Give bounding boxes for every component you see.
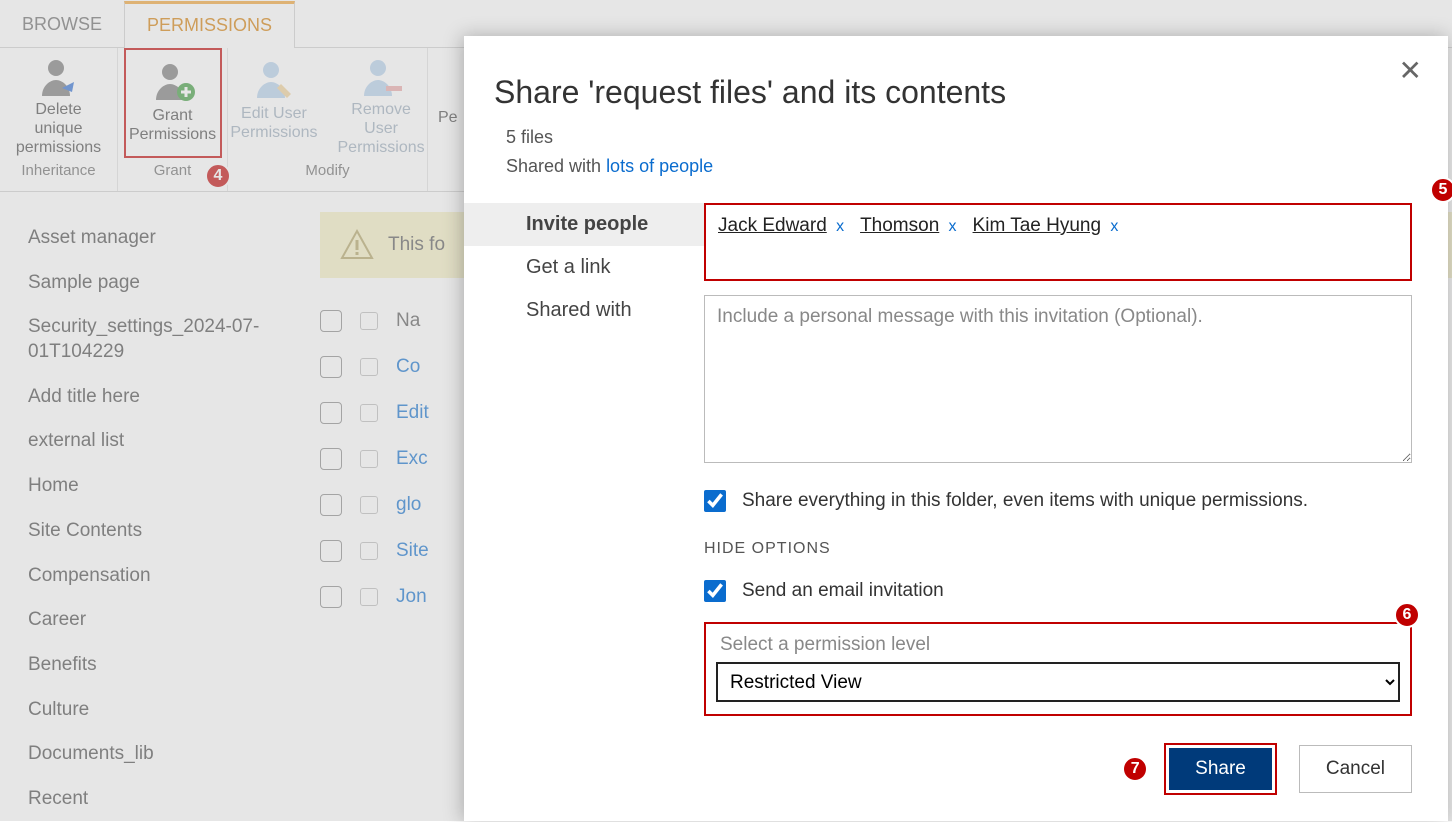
shared-with-link[interactable]: lots of people xyxy=(606,156,713,176)
hide-options-toggle[interactable]: HIDE OPTIONS xyxy=(704,540,1412,558)
chip-remove-icon[interactable]: x xyxy=(836,218,844,235)
share-everything-label: Share everything in this folder, even it… xyxy=(742,490,1308,512)
send-email-label: Send an email invitation xyxy=(742,580,944,602)
permission-level-label: Select a permission level xyxy=(716,632,1400,662)
chip-name[interactable]: Kim Tae Hyung xyxy=(973,215,1102,236)
permission-level-select[interactable]: Restricted View xyxy=(716,662,1400,702)
dialog-title: Share 'request files' and its contents xyxy=(464,36,1448,123)
close-icon[interactable]: ✕ xyxy=(1399,54,1422,87)
shared-with-prefix: Shared with xyxy=(506,156,606,176)
tab-get-a-link[interactable]: Get a link xyxy=(464,246,704,289)
people-picker[interactable]: Jack Edward x Thomson x Kim Tae Hyung x xyxy=(704,203,1412,281)
chip-remove-icon[interactable]: x xyxy=(1110,218,1118,235)
callout-badge-5: 5 xyxy=(1430,177,1452,203)
permission-level-block: Select a permission level Restricted Vie… xyxy=(704,622,1412,716)
people-chip: Kim Tae Hyung x xyxy=(973,215,1119,237)
cancel-button[interactable]: Cancel xyxy=(1299,745,1412,793)
dialog-pane: 5 Jack Edward x Thomson x Kim Tae Hyung … xyxy=(704,199,1448,716)
dialog-tabs: Invite people Get a link Shared with xyxy=(464,199,704,716)
chip-remove-icon[interactable]: x xyxy=(949,218,957,235)
chip-name[interactable]: Jack Edward xyxy=(718,215,827,236)
message-input[interactable] xyxy=(704,295,1412,463)
dialog-file-count: 5 files xyxy=(464,123,1448,152)
send-email-checkbox[interactable] xyxy=(704,580,726,602)
tab-invite-people[interactable]: Invite people xyxy=(464,203,704,246)
callout-badge-7: 7 xyxy=(1122,756,1148,782)
tab-shared-with[interactable]: Shared with xyxy=(464,289,704,332)
people-chip: Thomson x xyxy=(860,215,956,237)
share-button-highlight: Share xyxy=(1164,743,1277,795)
share-everything-checkbox[interactable] xyxy=(704,490,726,512)
dialog-shared-with: Shared with lots of people xyxy=(464,152,1448,181)
share-button[interactable]: Share xyxy=(1169,748,1272,790)
share-dialog: ✕ Share 'request files' and its contents… xyxy=(464,36,1448,821)
callout-badge-6: 6 xyxy=(1394,602,1420,628)
dialog-actions: 7 Share Cancel xyxy=(1122,743,1412,795)
chip-name[interactable]: Thomson xyxy=(860,215,939,236)
people-chip: Jack Edward x xyxy=(718,215,844,237)
